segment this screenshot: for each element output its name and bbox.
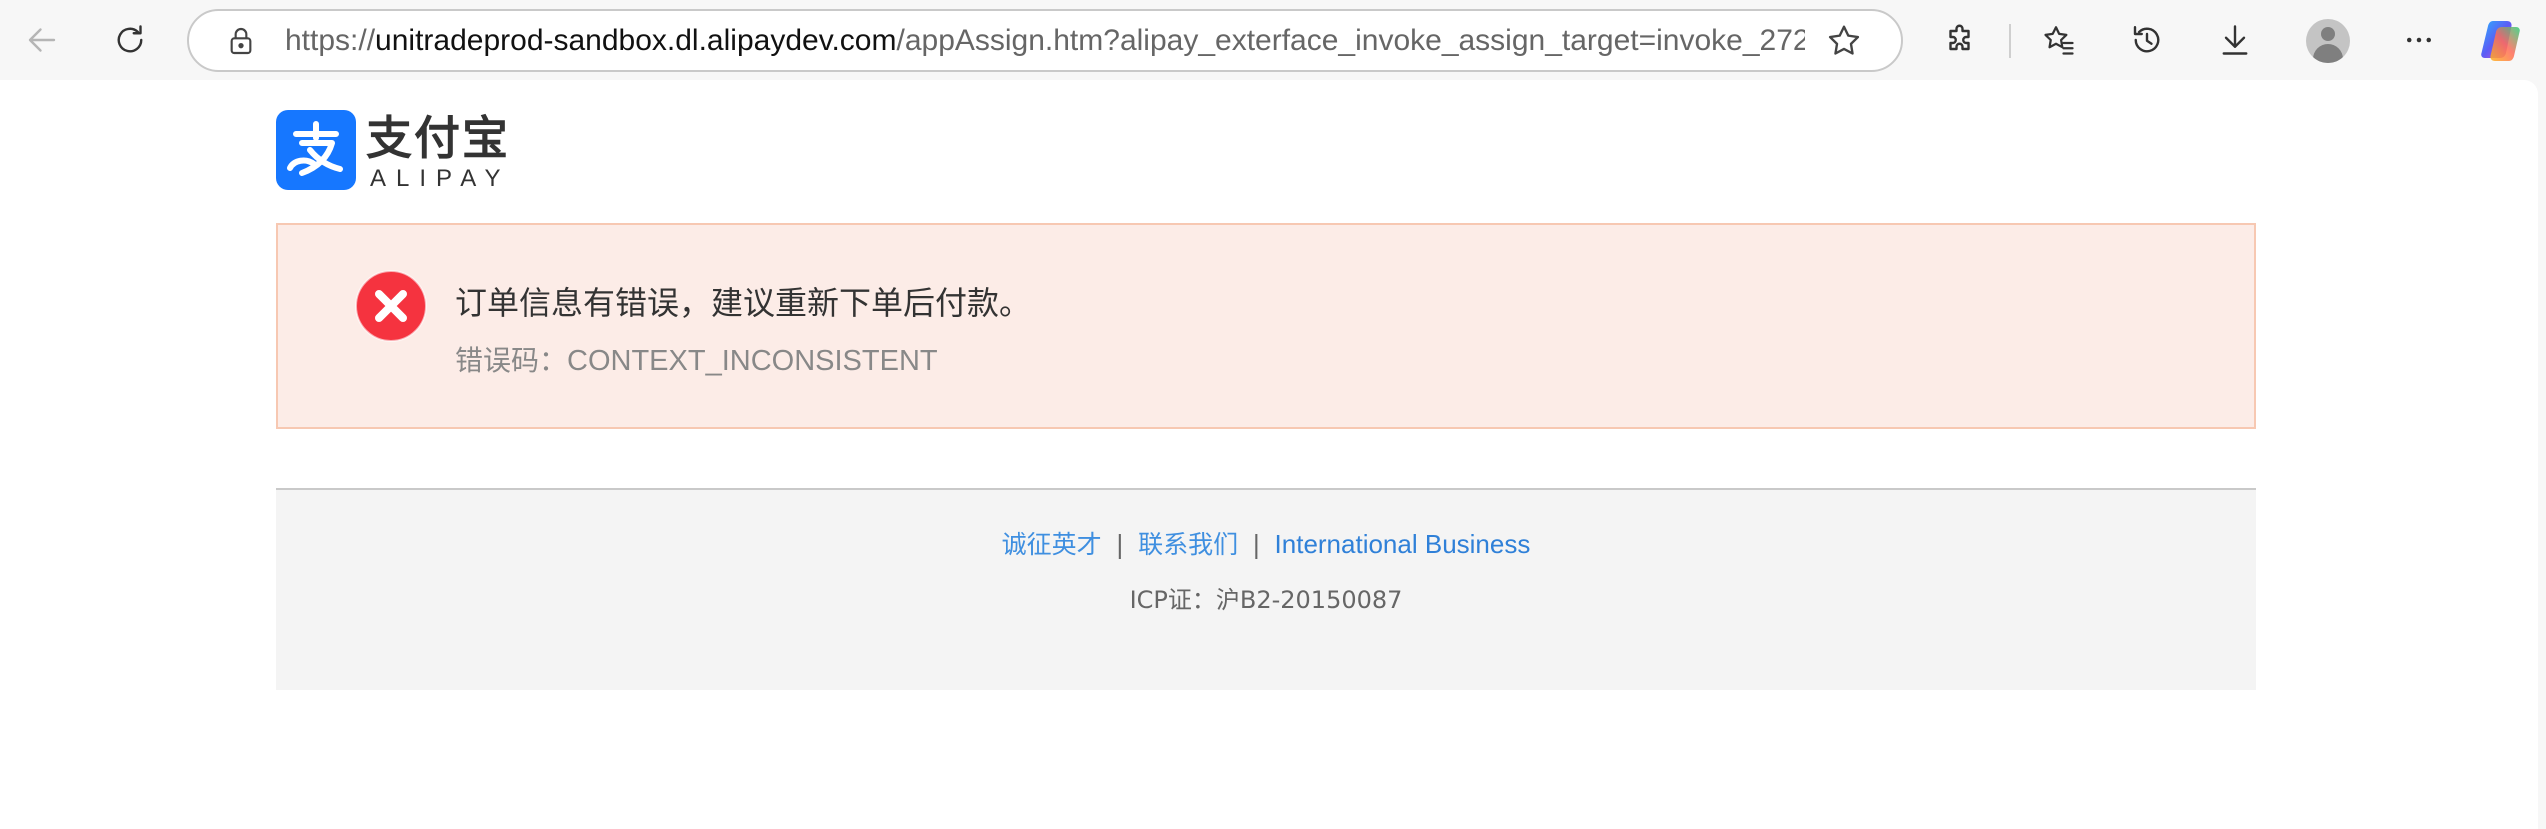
footer-link-careers[interactable]: 诚征英才 bbox=[1002, 530, 1102, 559]
toolbar-divider bbox=[2009, 24, 2011, 58]
arrow-left-icon bbox=[28, 28, 56, 52]
footer-link-contact[interactable]: 联系我们 bbox=[1138, 530, 1238, 559]
error-x-icon bbox=[355, 270, 427, 342]
footer: 诚征英才 | 联系我们 | International Business ICP证：沪B… bbox=[276, 488, 2256, 690]
history-button[interactable] bbox=[2119, 12, 2175, 68]
error-code-value: CONTEXT_INCONSISTENT bbox=[567, 345, 938, 377]
copilot-icon[interactable] bbox=[2477, 17, 2525, 65]
favorites-icon bbox=[2044, 26, 2074, 55]
avatar-body bbox=[2313, 44, 2343, 63]
star-icon[interactable] bbox=[1825, 22, 1863, 60]
footer-separator: | bbox=[1252, 530, 1261, 559]
puzzle-icon bbox=[1949, 24, 1970, 51]
profile-avatar[interactable] bbox=[2306, 19, 2350, 63]
extensions-button[interactable] bbox=[1933, 12, 1989, 68]
alipay-logo[interactable]: 支付宝 ALIPAY bbox=[276, 110, 516, 192]
page-content: 支付宝 ALIPAY 订单信息有错误，建议重新下单后付款。 错误码：CONTEX… bbox=[0, 80, 2538, 829]
footer-links: 诚征英才 | 联系我们 | International Business bbox=[276, 524, 2256, 565]
error-alert: 订单信息有错误，建议重新下单后付款。 错误码：CONTEXT_INCONSIST… bbox=[276, 223, 2256, 429]
address-bar[interactable]: https://unitradeprod-sandbox.dl.alipayde… bbox=[187, 9, 1903, 72]
history-icon bbox=[2133, 26, 2160, 53]
more-horizontal-icon bbox=[2407, 37, 2431, 43]
footer-separator: | bbox=[1115, 530, 1125, 559]
more-menu-button[interactable] bbox=[2391, 12, 2447, 68]
icp-license: ICP证：沪B2-20150087 bbox=[1129, 586, 1403, 614]
alipay-glyph-icon bbox=[287, 121, 343, 176]
back-button[interactable] bbox=[14, 12, 70, 68]
avatar-head bbox=[2321, 27, 2335, 41]
downloads-button[interactable] bbox=[2207, 12, 2263, 68]
error-message: 订单信息有错误，建议重新下单后付款。 bbox=[455, 284, 1032, 322]
logo-text-cn: 支付宝 bbox=[366, 111, 510, 165]
url-text[interactable]: https://unitradeprod-sandbox.dl.alipayde… bbox=[285, 11, 1805, 70]
logo-text-en: ALIPAY bbox=[370, 165, 511, 192]
refresh-icon bbox=[117, 25, 143, 53]
favorites-button[interactable] bbox=[2031, 12, 2087, 68]
lock-icon[interactable] bbox=[225, 25, 257, 57]
error-code-label: 错误码： bbox=[455, 344, 568, 377]
url-prefix: https:// bbox=[285, 24, 376, 57]
download-icon bbox=[2222, 25, 2248, 55]
alipay-mark-icon bbox=[276, 110, 356, 190]
footer-link-international[interactable]: International Business bbox=[1275, 529, 1531, 559]
browser-toolbar: https://unitradeprod-sandbox.dl.alipayde… bbox=[0, 0, 2546, 80]
error-code: 错误码：CONTEXT_INCONSISTENT bbox=[455, 341, 938, 381]
url-host: unitradeprod-sandbox.dl.alipaydev.com bbox=[375, 24, 897, 57]
url-path: /appAssign.htm?alipay_exterface_invoke_a… bbox=[896, 24, 1805, 57]
refresh-button[interactable] bbox=[102, 12, 158, 68]
